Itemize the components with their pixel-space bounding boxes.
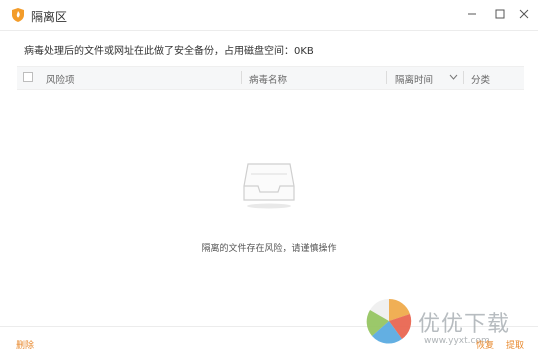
watermark-logo-icon	[366, 298, 412, 344]
empty-state-message: 隔离的文件存在风险，请谨慎操作	[201, 244, 337, 254]
watermark-text: 优优下载	[418, 312, 511, 337]
column-separator	[463, 71, 464, 84]
delete-button[interactable]: 删除	[16, 338, 34, 351]
close-button[interactable]	[513, 5, 535, 23]
column-header-risk-item[interactable]: 风险项	[46, 72, 75, 86]
column-separator	[241, 71, 242, 84]
column-header-virus-name[interactable]: 病毒名称	[249, 72, 287, 86]
column-separator	[386, 71, 387, 84]
maximize-icon	[495, 9, 505, 19]
title-divider	[0, 30, 538, 31]
table-header: 风险项 病毒名称 隔离时间 分类	[17, 66, 524, 90]
storage-info-text: 病毒处理后的文件或网址在此做了安全备份，占用磁盘空间：0KB	[24, 46, 314, 57]
extract-button[interactable]: 提取	[506, 338, 524, 351]
shield-icon	[12, 8, 24, 22]
column-header-category[interactable]: 分类	[471, 72, 490, 86]
column-header-quarantine-time[interactable]: 隔离时间	[395, 72, 433, 86]
window-title: 隔离区	[31, 10, 68, 24]
sort-chevron-down-icon[interactable]	[449, 74, 458, 80]
restore-button[interactable]: 恢复	[476, 338, 494, 351]
empty-tray-icon	[243, 163, 295, 209]
title-bar: 隔离区	[0, 0, 538, 30]
minimize-icon	[468, 13, 476, 15]
select-all-checkbox[interactable]	[23, 72, 33, 82]
minimize-button[interactable]	[461, 5, 483, 23]
close-icon	[519, 9, 529, 19]
maximize-button[interactable]	[489, 5, 511, 23]
